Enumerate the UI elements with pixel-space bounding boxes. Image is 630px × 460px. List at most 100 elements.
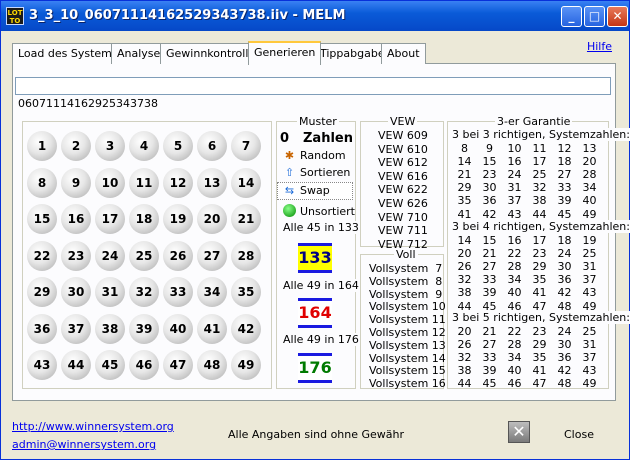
voll-item[interactable]: Vollsystem 16 xyxy=(369,377,446,390)
ball-4[interactable]: 4 xyxy=(129,131,159,161)
vew-item[interactable]: VEW 610 xyxy=(378,143,428,156)
ball-49[interactable]: 49 xyxy=(231,350,261,380)
disclaimer-text: Alle Angaben sind ohne Gewähr xyxy=(228,428,405,441)
ball-19[interactable]: 19 xyxy=(163,204,193,234)
ball-42[interactable]: 42 xyxy=(231,313,261,344)
close-x-icon[interactable]: ✕ xyxy=(508,421,530,443)
vew-item[interactable]: VEW 612 xyxy=(378,156,428,169)
garantie-number: 21 xyxy=(457,168,472,182)
close-window-button[interactable]: ✕ xyxy=(607,6,628,27)
vew-item[interactable]: VEW 616 xyxy=(378,170,428,183)
vew-item[interactable]: VEW 622 xyxy=(378,183,428,196)
vew-item[interactable]: VEW 626 xyxy=(378,197,428,210)
swap-label: Swap xyxy=(300,184,330,197)
voll-item[interactable]: Vollsystem 10 xyxy=(369,300,446,313)
ball-43[interactable]: 43 xyxy=(27,350,57,380)
ball-15[interactable]: 15 xyxy=(27,204,57,234)
tab-analyse[interactable]: Analyse xyxy=(111,43,167,64)
garantie-number: 46 xyxy=(507,377,522,391)
ball-21[interactable]: 21 xyxy=(231,204,261,234)
group2-value[interactable]: 164 xyxy=(298,298,332,328)
ball-10[interactable]: 10 xyxy=(95,167,125,198)
vew-item[interactable]: VEW 609 xyxy=(378,129,428,142)
ball-31[interactable]: 31 xyxy=(95,277,125,307)
minimize-button[interactable]: _ xyxy=(561,6,582,27)
ball-8[interactable]: 8 xyxy=(27,167,57,198)
ball-34[interactable]: 34 xyxy=(197,277,227,307)
vew-item[interactable]: VEW 711 xyxy=(378,224,428,237)
close-button[interactable]: Close xyxy=(564,428,594,441)
ball-14[interactable]: 14 xyxy=(231,167,261,198)
sortieren-option[interactable]: Sortieren xyxy=(300,166,350,179)
ball-18[interactable]: 18 xyxy=(129,204,159,234)
ball-35[interactable]: 35 xyxy=(231,277,261,307)
ball-17[interactable]: 17 xyxy=(95,204,125,234)
ball-44[interactable]: 44 xyxy=(61,350,91,380)
ball-2[interactable]: 2 xyxy=(61,131,91,161)
tab-tippabgabe[interactable]: Tippabgabe xyxy=(314,43,391,64)
ball-41[interactable]: 41 xyxy=(197,313,227,344)
tab-load-des-systems[interactable]: Load des Systems xyxy=(12,43,124,64)
garantie-number: 37 xyxy=(582,273,597,287)
ball-7[interactable]: 7 xyxy=(231,131,261,161)
ball-27[interactable]: 27 xyxy=(197,240,227,271)
numbers-input[interactable] xyxy=(15,77,611,95)
ball-9[interactable]: 9 xyxy=(61,167,91,198)
ball-32[interactable]: 32 xyxy=(129,277,159,307)
voll-item[interactable]: Vollsystem 15 xyxy=(369,364,446,377)
ball-20[interactable]: 20 xyxy=(197,204,227,234)
ball-13[interactable]: 13 xyxy=(197,167,227,198)
ball-47[interactable]: 47 xyxy=(163,350,193,380)
random-option[interactable]: Random xyxy=(300,149,346,162)
vew-title: VEW xyxy=(388,115,418,128)
ball-28[interactable]: 28 xyxy=(231,240,261,271)
ball-6[interactable]: 6 xyxy=(197,131,227,161)
ball-12[interactable]: 12 xyxy=(163,167,193,198)
tab-about[interactable]: About xyxy=(381,43,426,64)
voll-item[interactable]: Vollsystem 13 xyxy=(369,339,446,352)
tab-generieren[interactable]: Generieren xyxy=(248,41,322,65)
ball-5[interactable]: 5 xyxy=(163,131,193,161)
voll-item[interactable]: Vollsystem 11 xyxy=(369,313,446,326)
ball-29[interactable]: 29 xyxy=(27,277,57,307)
vew-item[interactable]: VEW 710 xyxy=(378,211,428,224)
tab-gewinnkontrolle[interactable]: Gewinnkontrolle xyxy=(160,43,262,64)
help-link[interactable]: Hilfe xyxy=(587,40,612,53)
voll-item[interactable]: Vollsystem 9 xyxy=(369,288,442,301)
ball-3[interactable]: 3 xyxy=(95,131,125,161)
ball-40[interactable]: 40 xyxy=(163,313,193,344)
ball-26[interactable]: 26 xyxy=(163,240,193,271)
group1-value[interactable]: 133 xyxy=(298,243,332,273)
voll-item[interactable]: Vollsystem 8 xyxy=(369,275,442,288)
garantie-number: 15 xyxy=(482,155,497,169)
website-link[interactable]: http://www.winnersystem.org xyxy=(12,420,174,433)
ball-45[interactable]: 45 xyxy=(95,350,125,380)
voll-item[interactable]: Vollsystem 7 xyxy=(369,262,442,275)
email-link[interactable]: admin@winnersystem.org xyxy=(12,438,156,451)
group3-value[interactable]: 176 xyxy=(298,353,332,383)
ball-16[interactable]: 16 xyxy=(61,204,91,234)
garantie-number: 29 xyxy=(457,181,472,195)
ball-24[interactable]: 24 xyxy=(95,240,125,271)
ball-37[interactable]: 37 xyxy=(61,313,91,344)
ball-30[interactable]: 30 xyxy=(61,277,91,307)
ball-25[interactable]: 25 xyxy=(129,240,159,271)
maximize-button[interactable]: □ xyxy=(584,6,605,27)
garantie-section1-title: 3 bei 3 richtigen, Systemzahlen: xyxy=(452,128,630,141)
ball-33[interactable]: 33 xyxy=(163,277,193,307)
ball-23[interactable]: 23 xyxy=(61,240,91,271)
unsortiert-option[interactable]: Unsortiert xyxy=(300,205,355,218)
garantie-number: 47 xyxy=(532,299,547,313)
ball-36[interactable]: 36 xyxy=(27,313,57,344)
voll-item[interactable]: Vollsystem 14 xyxy=(369,352,446,365)
app-icon[interactable]: LOTTO xyxy=(6,7,24,25)
ball-22[interactable]: 22 xyxy=(27,240,57,271)
title-bar[interactable]: LOTTO 3_3_10_06071114162529343738.iiv - … xyxy=(1,1,629,31)
ball-11[interactable]: 11 xyxy=(129,167,159,198)
ball-38[interactable]: 38 xyxy=(95,313,125,344)
ball-1[interactable]: 1 xyxy=(27,131,57,161)
voll-item[interactable]: Vollsystem 12 xyxy=(369,326,446,339)
ball-39[interactable]: 39 xyxy=(129,313,159,344)
ball-46[interactable]: 46 xyxy=(129,350,159,380)
ball-48[interactable]: 48 xyxy=(197,350,227,380)
